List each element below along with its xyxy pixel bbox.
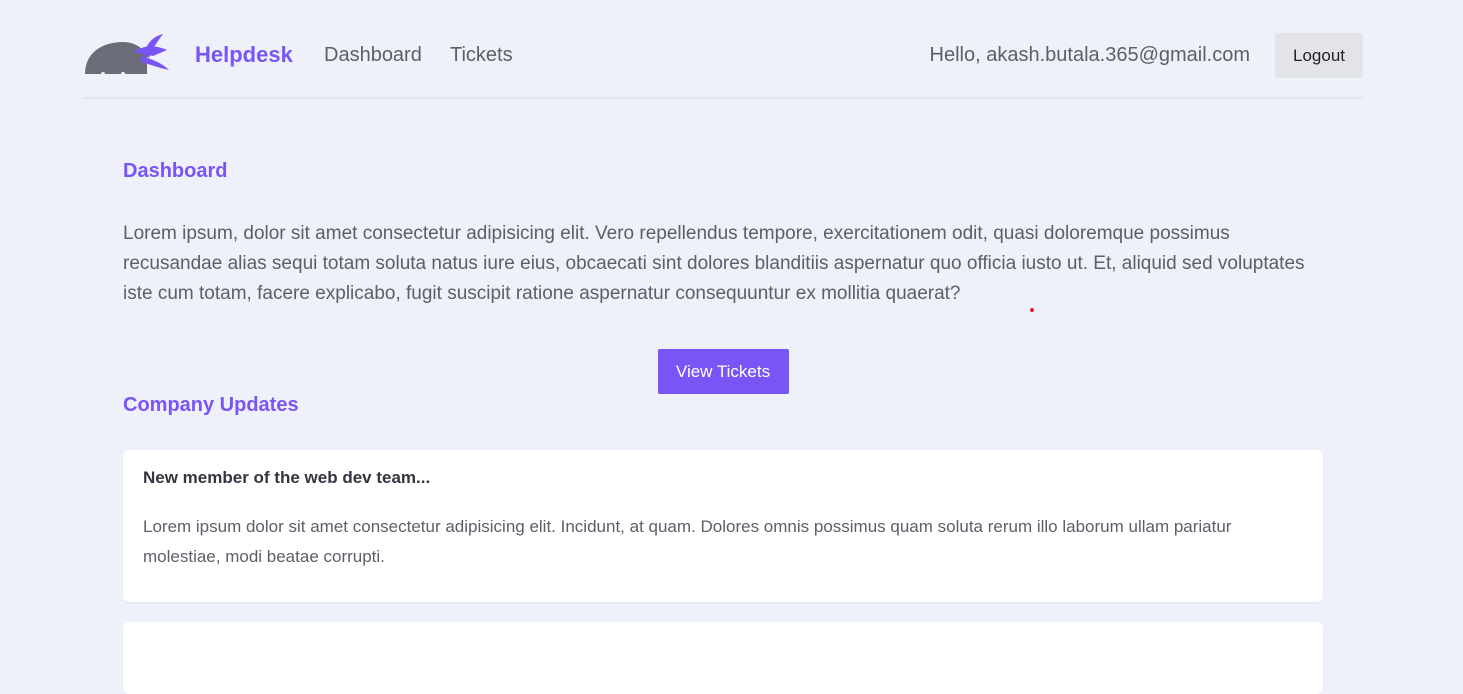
view-tickets-wrapper: View Tickets <box>123 349 1323 394</box>
update-card-body: Lorem ipsum dolor sit amet consectetur a… <box>143 517 1232 566</box>
main-content: Dashboard Lorem ipsum, dolor sit amet co… <box>123 160 1323 694</box>
user-greeting: Hello, akash.butala.365@gmail.com <box>929 44 1250 66</box>
update-card: New member of the web dev team... Lorem … <box>123 450 1323 602</box>
nav-tickets-link[interactable]: Tickets <box>450 44 513 67</box>
nav-dashboard-link[interactable]: Dashboard <box>324 44 422 67</box>
top-navigation: Helpdesk Dashboard Tickets Hello, akash.… <box>83 0 1363 99</box>
update-card <box>123 622 1323 694</box>
update-card-title: New member of the web dev team... <box>143 468 431 487</box>
view-tickets-button[interactable]: View Tickets <box>657 349 789 394</box>
dashboard-heading: Dashboard <box>123 160 228 182</box>
dashboard-intro-text: Lorem ipsum, dolor sit amet consectetur … <box>123 223 1305 304</box>
logout-button[interactable]: Logout <box>1275 33 1363 78</box>
cursor-dot <box>1030 308 1034 312</box>
brand-name[interactable]: Helpdesk <box>195 42 293 68</box>
ninja-logo-icon[interactable] <box>83 30 173 80</box>
company-updates-heading: Company Updates <box>123 394 299 416</box>
